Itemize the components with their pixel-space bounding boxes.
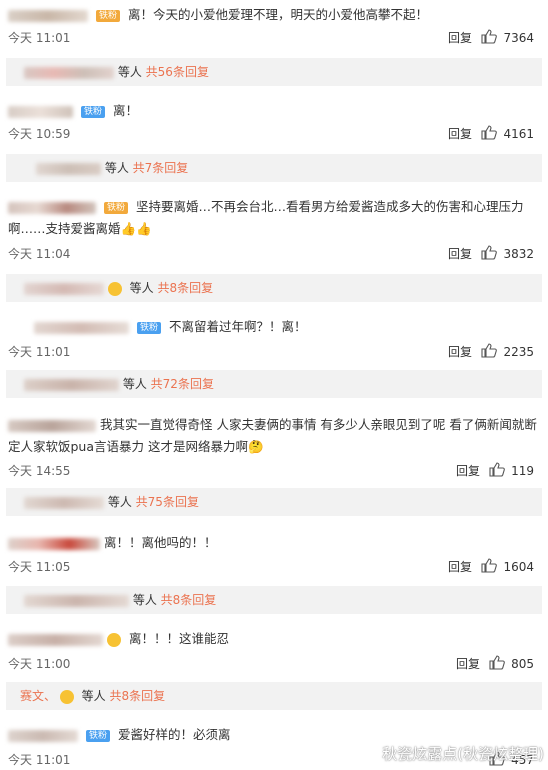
sub-replies-count[interactable]: 共8条回复	[161, 593, 217, 607]
username-blurred[interactable]	[8, 105, 73, 118]
fan-badge: 铁粉	[85, 729, 110, 742]
comment-text: 坚持要离婚…不再会台北…看看男方给爱酱造成多大的伤害和心理压力	[135, 199, 524, 214]
like-button[interactable]: 2235	[481, 343, 534, 359]
reply-button[interactable]: 回复	[448, 29, 472, 46]
sub-replies-prefix: 等人	[132, 593, 157, 607]
watermark: 秋瓷炫露点(秋瓷炫整理)	[382, 745, 544, 763]
reply-button[interactable]: 回复	[448, 558, 472, 575]
reply-button[interactable]: 回复	[456, 462, 480, 479]
like-count: 119	[511, 464, 534, 478]
comment-time: 今天 11:05	[8, 560, 71, 574]
like-button[interactable]: 119	[489, 462, 534, 478]
comment-text: 离！今天的小爱他爱理不理，明天的小爱他高攀不起！	[127, 7, 428, 22]
sub-replies-bar[interactable]: 等人 共8条回复	[6, 586, 542, 614]
replier-names-blurred	[24, 66, 114, 79]
fan-badge: 铁粉	[95, 9, 120, 22]
like-button[interactable]: 3832	[481, 245, 534, 261]
thumbs-up-icon	[481, 343, 498, 358]
comment-time: 今天 14:55	[8, 464, 71, 478]
emoji-icon	[106, 632, 121, 647]
username-blurred[interactable]	[8, 9, 88, 22]
like-button[interactable]: 1604	[481, 558, 534, 574]
sub-replies-prefix: 等人	[81, 689, 106, 703]
sub-replies-count[interactable]: 共8条回复	[110, 689, 166, 703]
sub-replies-bar[interactable]: 赛文、 等人 共8条回复	[6, 682, 542, 710]
sub-replies-bar[interactable]: 等人 共56条回复	[6, 58, 542, 86]
comment-text: 爱酱好样的！必须离	[117, 727, 231, 742]
thumbs-up-icon	[489, 462, 505, 477]
sub-replies-prefix: 等人	[117, 65, 142, 79]
comment-time: 今天 11:00	[8, 657, 71, 671]
replier-names-blurred	[24, 282, 104, 295]
sub-replies-count[interactable]: 共72条回复	[151, 377, 214, 391]
reply-button[interactable]: 回复	[448, 343, 472, 360]
sub-replies-count[interactable]: 共7条回复	[133, 161, 189, 175]
comment-time: 今天 11:04	[8, 247, 71, 261]
replier-names-blurred	[24, 594, 129, 607]
like-button[interactable]: 4161	[481, 125, 534, 141]
fan-badge: 铁粉	[103, 201, 128, 214]
replier-names-blurred	[24, 496, 104, 509]
fan-badge: 铁粉	[80, 105, 105, 118]
reply-button[interactable]: 回复	[448, 125, 472, 142]
sub-replies-bar[interactable]: 等人 共75条回复	[6, 488, 542, 516]
comment-time: 今天 10:59	[8, 127, 71, 141]
reply-button[interactable]: 回复	[448, 245, 472, 262]
username-blurred[interactable]	[8, 729, 78, 742]
comment-time: 今天 11:01	[8, 31, 71, 45]
thumbs-up-icon	[489, 655, 505, 670]
comment-text-continued: 啊……支持爱酱离婚👍👍	[8, 221, 152, 236]
replier-names-blurred	[24, 378, 119, 391]
sub-replies-count[interactable]: 共56条回复	[146, 65, 209, 79]
sub-replies-prefix: 等人	[107, 495, 132, 509]
sub-replies-prefix: 等人	[129, 281, 154, 295]
thumbs-up-icon	[481, 29, 498, 44]
username-blurred[interactable]	[8, 419, 96, 432]
emoji-icon	[107, 281, 122, 296]
comment-text: 离！！！这谁能忍	[128, 631, 229, 646]
username-blurred[interactable]	[8, 201, 96, 214]
like-count: 2235	[503, 345, 534, 359]
replier-name[interactable]: 赛文、	[20, 689, 56, 703]
username-blurred[interactable]	[8, 633, 103, 646]
thumbs-up-icon	[481, 245, 498, 260]
like-count: 1604	[503, 560, 534, 574]
replier-names-blurred	[36, 162, 101, 175]
thumbs-up-icon	[481, 558, 498, 573]
comment-text-continued: 定人家软饭pua言语暴力 这才是网络暴力啊🤔	[8, 439, 264, 454]
comment-text: 不离留着过年啊？！离！	[168, 319, 307, 334]
sub-replies-count[interactable]: 共8条回复	[158, 281, 214, 295]
comment-time: 今天 11:01	[8, 753, 71, 767]
sub-replies-bar[interactable]: 等人 共7条回复	[6, 154, 542, 182]
comment-text: 离！	[112, 103, 138, 118]
like-button[interactable]: 7364	[481, 29, 534, 45]
comment-text: 我其实一直觉得奇怪 人家夫妻俩的事情 有多少人亲眼见到了呢 看了俩新闻就断	[99, 417, 537, 432]
sub-replies-prefix: 等人	[104, 161, 129, 175]
sub-replies-bar[interactable]: 等人 共72条回复	[6, 370, 542, 398]
like-count: 7364	[503, 31, 534, 45]
username-blurred[interactable]	[34, 321, 129, 334]
like-count: 805	[511, 657, 534, 671]
comment-text: 离！！离他吗的！！	[103, 535, 217, 550]
fan-badge: 铁粉	[136, 321, 161, 334]
like-count: 4161	[503, 127, 534, 141]
sub-replies-count[interactable]: 共75条回复	[136, 495, 199, 509]
comment-time: 今天 11:01	[8, 345, 71, 359]
like-button[interactable]: 805	[489, 655, 534, 671]
like-count: 3832	[503, 247, 534, 261]
sub-replies-prefix: 等人	[122, 377, 147, 391]
thumbs-up-icon	[481, 125, 498, 140]
emoji-icon	[59, 689, 74, 704]
sub-replies-bar[interactable]: 等人 共8条回复	[6, 274, 542, 302]
username-blurred[interactable]	[8, 537, 100, 550]
reply-button[interactable]: 回复	[456, 655, 480, 672]
